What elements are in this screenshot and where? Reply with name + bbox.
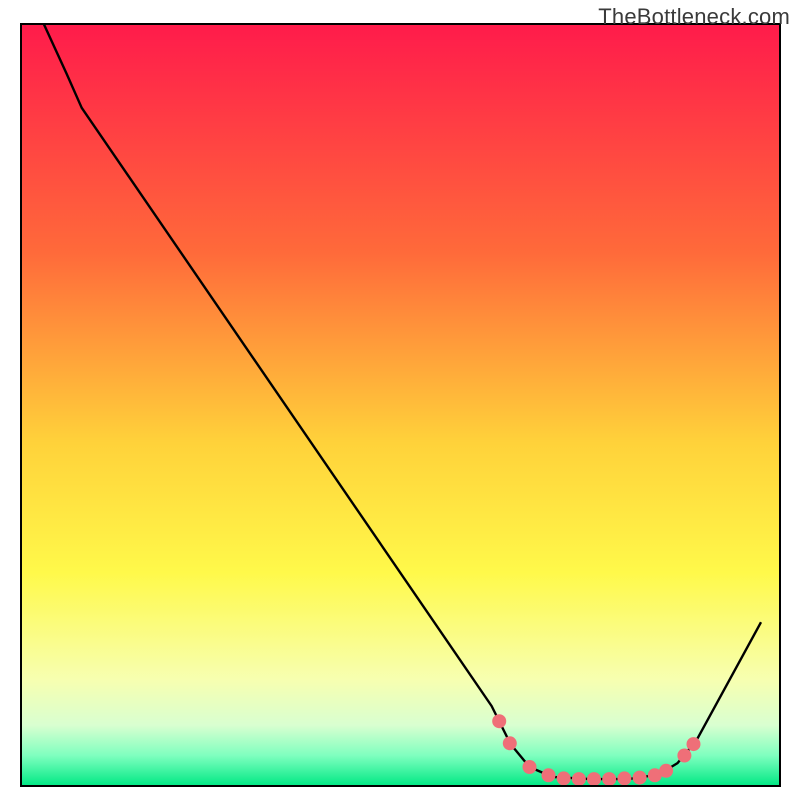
curve-marker <box>677 749 691 763</box>
chart-container: { "watermark": "TheBottleneck.com", "cha… <box>0 0 800 800</box>
curve-marker <box>587 772 601 786</box>
bottleneck-chart <box>0 0 800 800</box>
curve-marker <box>602 772 616 786</box>
curve-marker <box>687 737 701 751</box>
curve-marker <box>557 771 571 785</box>
curve-marker <box>492 714 506 728</box>
plot-background <box>21 24 780 786</box>
curve-marker <box>523 760 537 774</box>
curve-marker <box>503 736 517 750</box>
curve-marker <box>617 771 631 785</box>
curve-marker <box>633 771 647 785</box>
curve-marker <box>659 764 673 778</box>
curve-marker <box>572 772 586 786</box>
plot-area <box>21 24 780 786</box>
curve-marker <box>542 768 556 782</box>
watermark-text: TheBottleneck.com <box>598 4 790 30</box>
